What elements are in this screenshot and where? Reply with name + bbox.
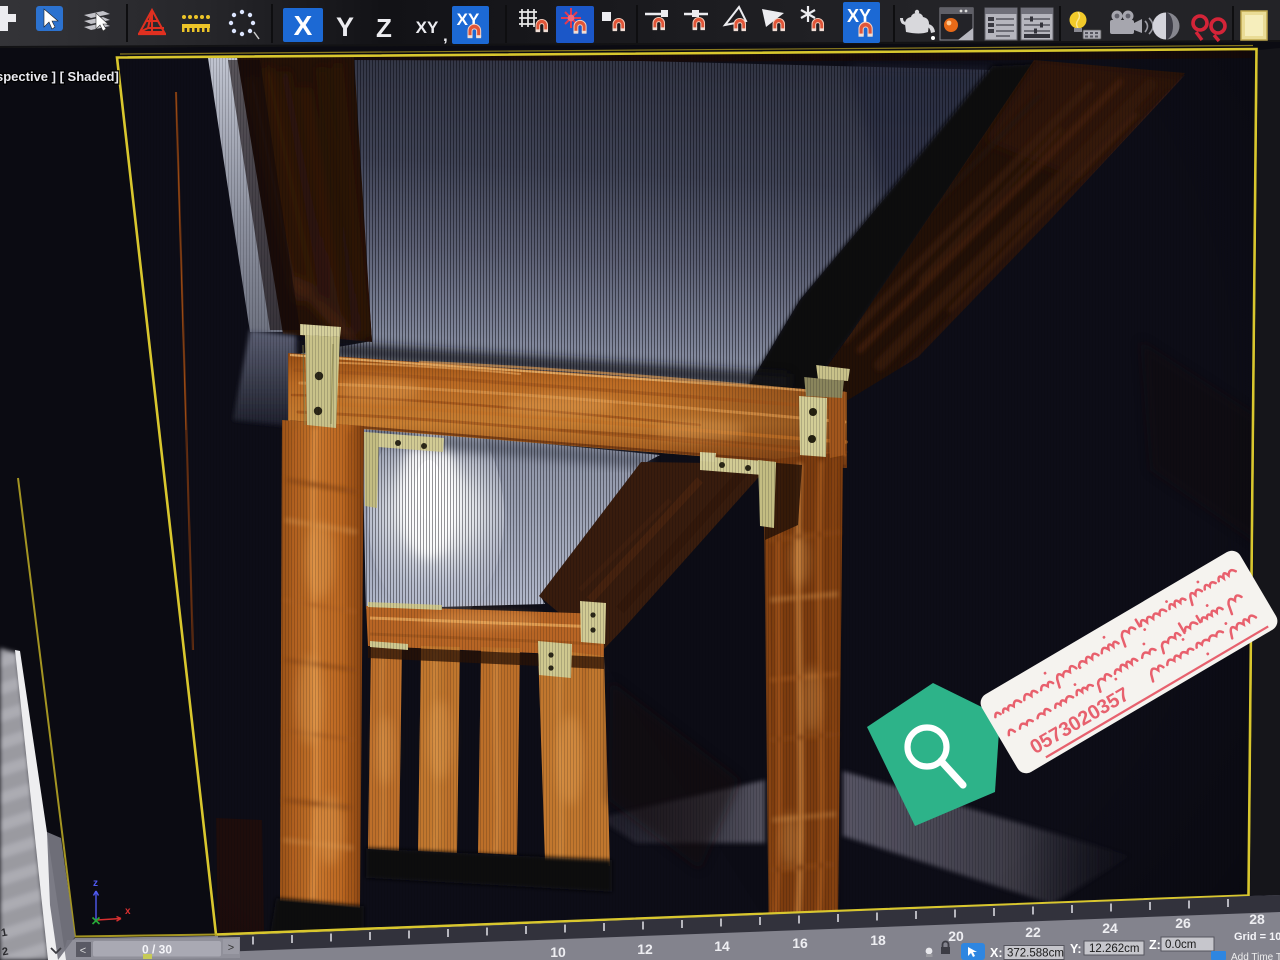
svg-text:XY: XY xyxy=(416,18,439,37)
svg-text:x: x xyxy=(125,906,131,917)
svg-text:26: 26 xyxy=(1175,915,1191,931)
svg-text:Y: Y xyxy=(336,12,354,42)
svg-text:Z: Z xyxy=(376,13,392,43)
svg-text:Grid = 10.: Grid = 10. xyxy=(1234,931,1280,943)
svg-text:,: , xyxy=(443,26,448,45)
svg-text:22: 22 xyxy=(1025,924,1041,940)
svg-text:18: 18 xyxy=(870,932,886,948)
svg-text:X: X xyxy=(294,10,313,41)
svg-text:14: 14 xyxy=(714,938,730,954)
svg-text:X:: X: xyxy=(990,946,1003,960)
svg-text:20: 20 xyxy=(948,928,964,944)
svg-text:Y:: Y: xyxy=(1070,942,1082,956)
svg-text:Z:: Z: xyxy=(1149,938,1161,952)
svg-text:<: < xyxy=(80,945,86,957)
svg-text:z: z xyxy=(93,878,98,889)
svg-text:16: 16 xyxy=(792,935,808,951)
svg-text:10: 10 xyxy=(550,944,566,960)
svg-text:Add Time T: Add Time T xyxy=(1231,952,1280,960)
svg-text:372.588cm: 372.588cm xyxy=(1007,948,1064,960)
svg-text:>: > xyxy=(228,942,234,954)
svg-text:24: 24 xyxy=(1102,920,1118,936)
svg-text:12.262cm: 12.262cm xyxy=(1089,943,1140,955)
svg-text:0.0cm: 0.0cm xyxy=(1165,939,1196,951)
svg-text:spective ] [ Shaded]: spective ] [ Shaded] xyxy=(0,69,119,84)
svg-text:12: 12 xyxy=(637,941,653,957)
svg-text:28: 28 xyxy=(1249,911,1265,927)
